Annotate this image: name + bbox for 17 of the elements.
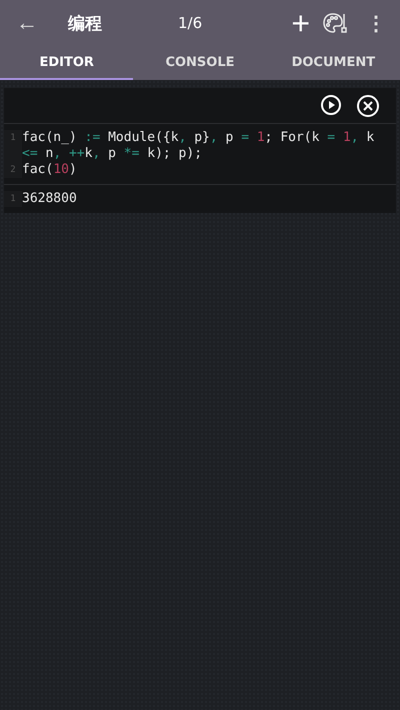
palette-icon[interactable] bbox=[322, 11, 348, 35]
play-icon[interactable] bbox=[320, 94, 342, 118]
code-line[interactable]: fac(n_) := Module({k, p}, p = 1; For(k = 1, k <= n, ++k, p *= k); p); bbox=[22, 130, 396, 162]
tab[interactable]: DOCUMENT bbox=[266, 46, 400, 80]
line-number: 1 bbox=[4, 191, 22, 207]
tab[interactable]: EDITOR bbox=[0, 46, 134, 80]
tab[interactable]: CONSOLE bbox=[133, 46, 267, 80]
code-line[interactable]: fac(10) bbox=[22, 162, 396, 178]
more-menu-button[interactable]: ⋮ bbox=[362, 10, 390, 36]
close-icon[interactable] bbox=[356, 94, 380, 118]
add-button[interactable]: + bbox=[291, 7, 310, 39]
line-number: 2 bbox=[4, 162, 22, 178]
back-button[interactable]: ← bbox=[12, 10, 42, 36]
output-line: 3628800 bbox=[22, 191, 78, 207]
screen-title: 编程 bbox=[68, 12, 103, 34]
page-counter: 1/6 bbox=[178, 14, 204, 32]
line-number: 1 bbox=[4, 130, 22, 162]
